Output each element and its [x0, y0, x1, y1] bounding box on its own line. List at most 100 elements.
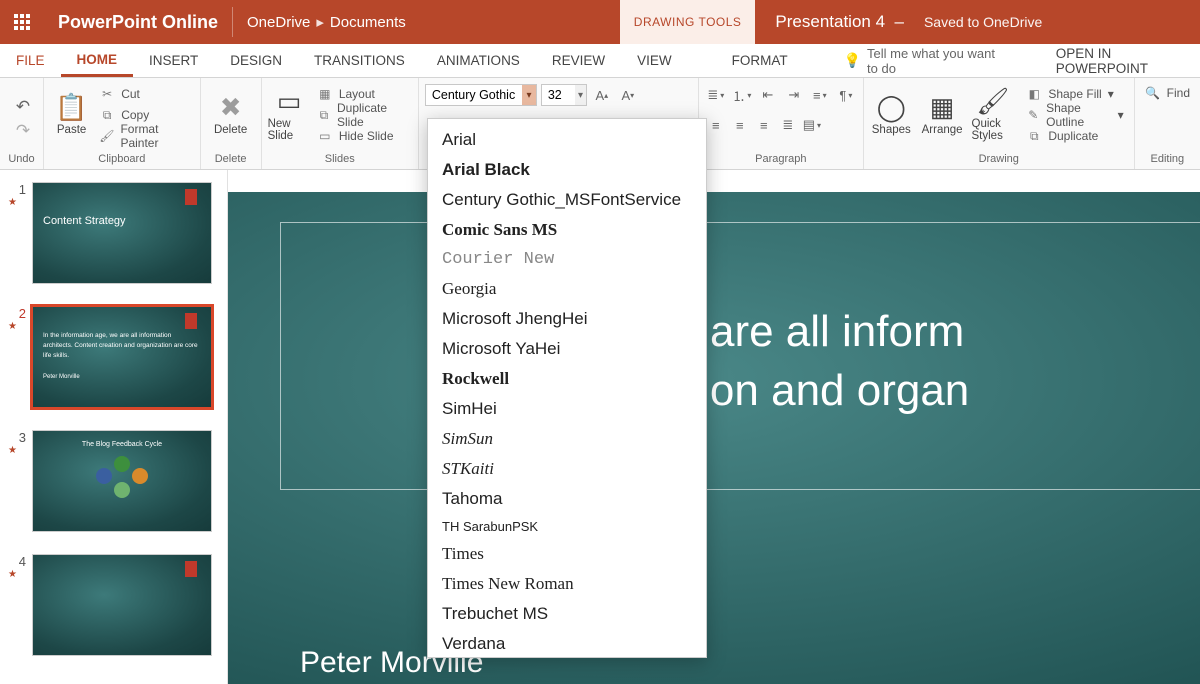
animation-star-icon: ★ [8, 321, 26, 332]
duplicate-slide-button[interactable]: ⧉Duplicate Slide [313, 105, 412, 125]
find-button[interactable]: 🔍Find [1141, 80, 1194, 100]
group-slides: ▭ New Slide ▦Layout ⧉Duplicate Slide ▭Hi… [262, 78, 419, 169]
new-slide-button[interactable]: ▭ New Slide [268, 80, 311, 146]
app-launcher-button[interactable] [0, 0, 44, 44]
font-option[interactable]: SimHei [428, 394, 706, 424]
font-name-dropdown-button[interactable]: ▾ [522, 85, 536, 105]
tell-me-search[interactable]: 💡 Tell me what you want to do [844, 44, 1002, 77]
group-label-clipboard: Clipboard [50, 151, 194, 169]
slide-number: 4 [8, 554, 26, 569]
group-editing: 🔍Find Editing [1135, 78, 1200, 169]
breadcrumb-documents[interactable]: Documents [330, 14, 406, 31]
group-label-paragraph: Paragraph [705, 151, 857, 169]
redo-button[interactable]: ↷ [16, 121, 30, 141]
quick-styles-icon: 🖌 [976, 84, 1009, 118]
justify-button[interactable]: ≣ [777, 114, 799, 136]
hide-icon: ▭ [317, 129, 333, 143]
format-painter-button[interactable]: 🖌Format Painter [95, 126, 193, 146]
thumbnail-2[interactable]: 2★ In the information age, we are all in… [8, 306, 223, 408]
group-undo: ↶ ↷ Undo [0, 78, 44, 169]
bullets-button[interactable]: ≣ [705, 84, 727, 106]
search-icon: 🔍 [1145, 86, 1161, 100]
group-label-slides: Slides [268, 151, 412, 169]
slide-number: 3 [8, 430, 26, 445]
shape-outline-button[interactable]: ✎Shape Outline ▾ [1022, 105, 1127, 125]
font-name-input[interactable] [426, 88, 522, 102]
duplicate-shape-button[interactable]: ⧉Duplicate [1022, 126, 1127, 146]
align-text-button[interactable]: ▤ [801, 114, 823, 136]
delete-button[interactable]: ✖ Delete [207, 80, 255, 146]
font-size-combobox[interactable]: ▾ [541, 84, 587, 106]
animation-star-icon: ★ [8, 569, 26, 580]
tab-design[interactable]: DESIGN [214, 44, 298, 77]
align-left-button[interactable]: ≡ [705, 114, 727, 136]
tab-transitions[interactable]: TRANSITIONS [298, 44, 421, 77]
tab-file[interactable]: FILE [0, 44, 61, 77]
paste-button[interactable]: 📋 Paste [50, 80, 93, 146]
font-option[interactable]: Trebuchet MS [428, 599, 706, 629]
font-option[interactable]: Arial Black [428, 155, 706, 185]
font-option[interactable]: Times [428, 539, 706, 569]
title-bar: PowerPoint Online OneDrive ▸ Documents D… [0, 0, 1200, 44]
tab-animations[interactable]: ANIMATIONS [421, 44, 536, 77]
group-label-drawing: Drawing [870, 151, 1128, 169]
quick-styles-button[interactable]: 🖌Quick Styles [972, 80, 1015, 146]
font-option[interactable]: SimSun [428, 424, 706, 454]
font-option[interactable]: Comic Sans MS [428, 215, 706, 245]
thumbnail-4[interactable]: 4★ [8, 554, 223, 656]
document-title[interactable]: Presentation 4 – [755, 12, 924, 32]
tab-format[interactable]: FORMAT [716, 44, 804, 77]
open-in-powerpoint-button[interactable]: OPEN IN POWERPOINT [1042, 44, 1200, 77]
duplicate-icon: ⧉ [317, 108, 331, 123]
font-option[interactable]: Century Gothic_MSFontService [428, 185, 706, 215]
tab-insert[interactable]: INSERT [133, 44, 214, 77]
slide-canvas[interactable]: ⟳ ation age, we are all inform Content c… [228, 192, 1200, 684]
increase-indent-button[interactable]: ⇥ [783, 84, 805, 106]
align-center-button[interactable]: ≡ [729, 114, 751, 136]
thumbnail-1[interactable]: 1★ Content Strategy [8, 182, 223, 284]
text-direction-button[interactable]: ¶ [835, 84, 857, 106]
font-dropdown-list[interactable]: ArialArial BlackCentury Gothic_MSFontSer… [427, 118, 707, 658]
grow-font-button[interactable]: A▴ [591, 84, 613, 106]
shapes-button[interactable]: ◯Shapes [870, 80, 913, 146]
undo-button[interactable]: ↶ [16, 97, 30, 117]
decrease-indent-button[interactable]: ⇤ [757, 84, 779, 106]
slide-number: 2 [8, 306, 26, 321]
cut-button[interactable]: ✂Cut [95, 84, 193, 104]
font-option[interactable]: STKaiti [428, 454, 706, 484]
font-option[interactable]: Arial [428, 125, 706, 155]
font-name-combobox[interactable]: ▾ [425, 84, 537, 106]
slide-canvas-area[interactable]: ⟳ ation age, we are all inform Content c… [228, 170, 1200, 684]
breadcrumb-onedrive[interactable]: OneDrive [247, 14, 310, 31]
arrange-button[interactable]: ▦Arrange [921, 80, 964, 146]
font-option[interactable]: Microsoft YaHei [428, 334, 706, 364]
bucket-icon: ◧ [1026, 87, 1042, 101]
hide-slide-button[interactable]: ▭Hide Slide [313, 126, 412, 146]
font-option[interactable]: Courier New [428, 245, 706, 274]
delete-x-icon: ✖ [220, 90, 242, 124]
tab-view[interactable]: VIEW [621, 44, 688, 77]
font-option[interactable]: Georgia [428, 274, 706, 304]
thumbnail-3[interactable]: 3★ The Blog Feedback Cycle [8, 430, 223, 532]
numbering-button[interactable]: ⒈ [731, 84, 753, 106]
font-size-dropdown-button[interactable]: ▾ [575, 85, 586, 105]
ribbon-tabs: FILE HOME INSERT DESIGN TRANSITIONS ANIM… [0, 44, 1200, 78]
font-option[interactable]: Tahoma [428, 484, 706, 514]
align-right-button[interactable]: ≡ [753, 114, 775, 136]
font-option[interactable]: Verdana [428, 629, 706, 658]
duplicate-icon: ⧉ [1026, 129, 1042, 144]
font-option[interactable]: Rockwell [428, 364, 706, 394]
font-option[interactable]: Times New Roman [428, 569, 706, 599]
font-option[interactable]: Microsoft JhengHei [428, 304, 706, 334]
breadcrumb[interactable]: OneDrive ▸ Documents [233, 13, 420, 31]
tab-home[interactable]: HOME [61, 44, 134, 77]
font-size-input[interactable] [542, 88, 575, 102]
group-delete: ✖ Delete Delete [201, 78, 262, 169]
tab-review[interactable]: REVIEW [536, 44, 621, 77]
paintbrush-icon: 🖌 [99, 129, 114, 143]
save-status: Saved to OneDrive [924, 14, 1042, 30]
shrink-font-button[interactable]: A▾ [617, 84, 639, 106]
font-option[interactable]: TH SarabunPSK [428, 514, 706, 539]
line-spacing-button[interactable]: ≡ [809, 84, 831, 106]
tell-me-placeholder: Tell me what you want to do [867, 46, 1002, 76]
